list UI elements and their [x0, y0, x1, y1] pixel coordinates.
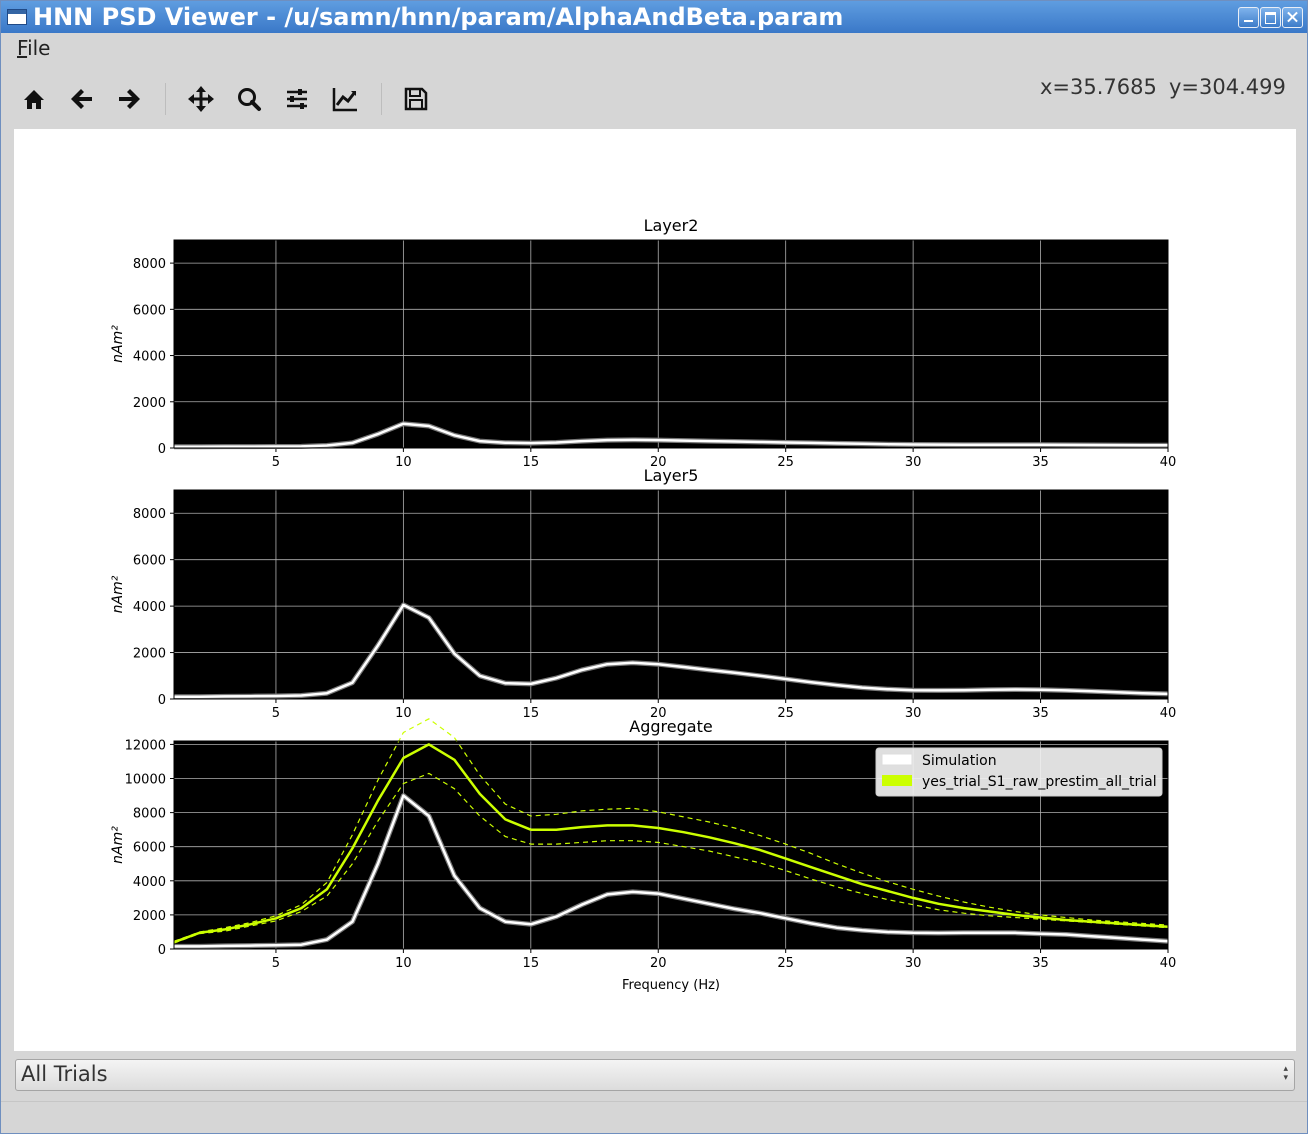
x-tick-label: 10 [395, 455, 412, 470]
pan-move-icon [188, 86, 214, 112]
x-tick-label: 5 [272, 956, 280, 971]
y-tick-label: 6000 [133, 554, 166, 569]
home-button[interactable] [18, 83, 50, 115]
x-tick-label: 15 [523, 706, 540, 721]
y-tick-label: 8000 [133, 257, 166, 272]
toolbar-separator [165, 83, 166, 115]
back-button[interactable] [66, 83, 98, 115]
y-tick-label: 2000 [133, 647, 166, 662]
x-tick-label: 30 [905, 956, 922, 971]
menu-file-label: ile [27, 36, 51, 60]
x-tick-label: 25 [777, 956, 794, 971]
y-tick-label: 4000 [133, 875, 166, 890]
trial-select[interactable]: All Trials ▴ ▾ [15, 1059, 1295, 1091]
x-tick-label: 15 [523, 956, 540, 971]
y-tick-label: 2000 [133, 396, 166, 411]
home-icon [24, 90, 44, 109]
forward-arrow-icon [119, 89, 140, 109]
x-tick-label: 25 [777, 706, 794, 721]
subplots-config-icon [287, 89, 307, 109]
edit-axes-button[interactable] [329, 83, 361, 115]
cursor-y-readout: y=304.499 [1169, 75, 1286, 99]
pan-button[interactable] [185, 83, 217, 115]
y-tick-label: 0 [158, 943, 166, 958]
legend-swatch [882, 775, 912, 786]
x-tick-label: 20 [650, 956, 667, 971]
trial-select-value: All Trials [21, 1062, 108, 1086]
x-tick-label: 15 [523, 455, 540, 470]
navigation-toolbar: x=35.7685 y=304.499 [1, 73, 1307, 125]
window-title: HNN PSD Viewer - /u/samn/hnn/param/Alpha… [33, 3, 844, 31]
subplot-title: Aggregate [629, 717, 712, 736]
menu-bar: File [1, 33, 1307, 65]
legend-label: Simulation [922, 753, 997, 769]
x-axis-label: Frequency (Hz) [622, 978, 720, 993]
legend-label: yes_trial_S1_raw_prestim_all_trial [922, 774, 1157, 790]
x-tick-label: 35 [1032, 956, 1049, 971]
save-button[interactable] [400, 83, 432, 115]
x-tick-label: 30 [905, 455, 922, 470]
subplots-button[interactable] [281, 83, 313, 115]
zoom-icon [238, 88, 261, 111]
y-tick-label: 4000 [133, 350, 166, 365]
x-tick-label: 10 [395, 956, 412, 971]
y-tick-label: 12000 [125, 738, 166, 753]
status-bar [1, 1101, 1307, 1134]
y-tick-label: 4000 [133, 600, 166, 615]
y-axis-label: nAm² [110, 325, 126, 363]
forward-button[interactable] [113, 83, 145, 115]
x-tick-label: 40 [1160, 956, 1177, 971]
window-app-icon[interactable] [7, 9, 27, 25]
y-tick-label: 0 [158, 693, 166, 708]
x-tick-label: 5 [272, 455, 280, 470]
menu-file[interactable]: File [17, 36, 50, 60]
save-icon [404, 87, 428, 111]
y-tick-label: 8000 [133, 507, 166, 522]
plot-area [174, 240, 1168, 448]
x-tick-label: 40 [1160, 455, 1177, 470]
title-bar[interactable]: HNN PSD Viewer - /u/samn/hnn/param/Alpha… [1, 1, 1307, 33]
x-tick-label: 35 [1032, 455, 1049, 470]
zoom-button[interactable] [233, 83, 265, 115]
y-axis-label: nAm² [110, 575, 126, 613]
y-axis-label: nAm² [110, 826, 126, 864]
x-tick-label: 5 [272, 706, 280, 721]
y-tick-label: 10000 [125, 773, 166, 788]
legend-swatch [881, 753, 913, 766]
y-tick-label: 2000 [133, 909, 166, 924]
maximize-button[interactable] [1260, 7, 1281, 28]
toolbar-separator [381, 83, 382, 115]
subplot-title: Layer5 [644, 466, 699, 485]
x-tick-label: 25 [777, 455, 794, 470]
combo-arrows-icon: ▴ ▾ [1283, 1064, 1288, 1083]
axes-edit-icon [332, 88, 357, 112]
cursor-x-readout: x=35.7685 [1040, 75, 1157, 99]
back-arrow-icon [71, 89, 92, 109]
y-tick-label: 6000 [133, 841, 166, 856]
menu-file-mnemonic: F [17, 36, 28, 60]
x-tick-label: 30 [905, 706, 922, 721]
y-tick-label: 6000 [133, 303, 166, 318]
minimize-button[interactable] [1238, 7, 1259, 28]
x-tick-label: 10 [395, 706, 412, 721]
x-tick-label: 35 [1032, 706, 1049, 721]
y-tick-label: 8000 [133, 807, 166, 822]
y-tick-label: 0 [158, 442, 166, 457]
close-button[interactable] [1282, 7, 1303, 28]
x-tick-label: 40 [1160, 706, 1177, 721]
figure[interactable]: 5 10 15 20 25 30 35 4002000400060008000Layer2nA… [14, 129, 1296, 1051]
plot-canvas[interactable]: 5 10 15 20 25 30 35 40 0 2000 4000 6000 8000 Layer2 nA… [14, 129, 1296, 1051]
subplot-title: Layer2 [644, 216, 699, 235]
app-window: HNN PSD Viewer - /u/samn/hnn/param/Alpha… [0, 0, 1308, 1134]
